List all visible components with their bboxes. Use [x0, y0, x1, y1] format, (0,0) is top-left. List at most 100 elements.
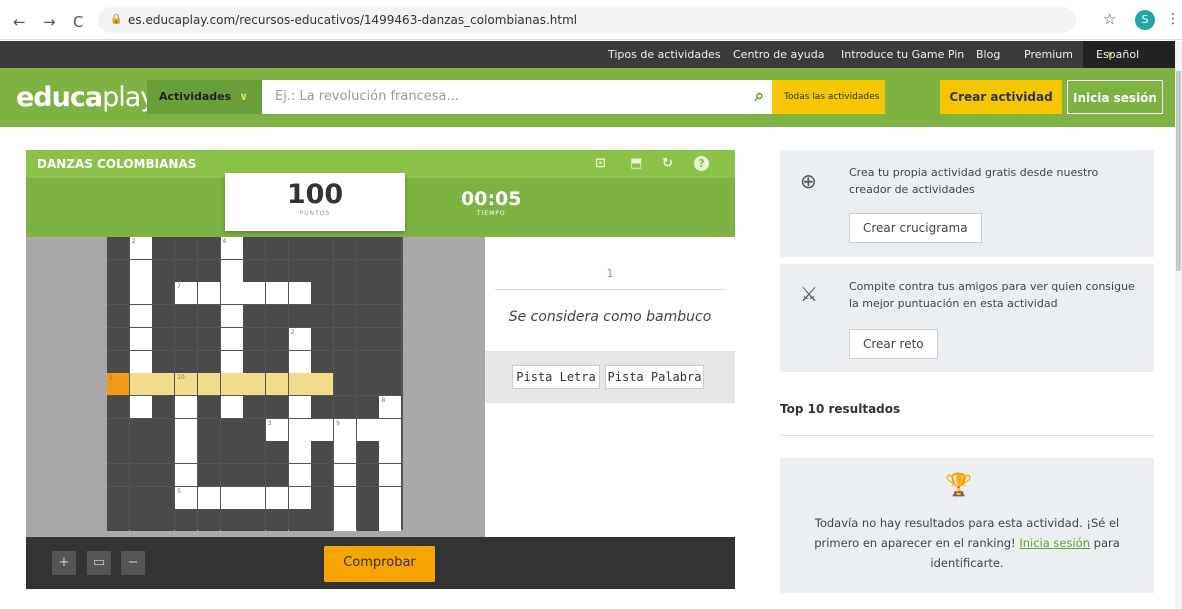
grid-cell[interactable] [129, 373, 152, 396]
zoom-out-button[interactable]: − [121, 551, 145, 575]
grid-cell[interactable] [265, 486, 288, 509]
zoom-fit-button[interactable]: ▭ [87, 551, 111, 575]
grid-cell[interactable] [288, 486, 311, 509]
create-crossword-button[interactable]: Crear crucigrama [849, 213, 982, 243]
grid-cell[interactable] [129, 327, 152, 350]
grid-cell[interactable]: 10 [175, 373, 198, 396]
grid-cell[interactable] [379, 441, 402, 464]
grid-cell[interactable]: 7 [175, 282, 198, 305]
grid-cell[interactable] [288, 418, 311, 441]
grid-cell[interactable]: 2 [129, 237, 152, 259]
hint-letter-button[interactable]: Pista Letra [512, 365, 600, 389]
grid-cell[interactable] [265, 373, 288, 396]
results-login-link[interactable]: Inicia sesión [1019, 536, 1090, 550]
grid-cell[interactable] [129, 350, 152, 373]
grid-cell[interactable] [175, 418, 198, 441]
nav-help-center[interactable]: Centro de ayuda [733, 48, 824, 61]
grid-cell[interactable] [175, 441, 198, 464]
grid-cell[interactable] [243, 486, 266, 509]
grid-cell[interactable]: 2 [288, 327, 311, 350]
educaplay-logo[interactable]: educaplay [16, 82, 156, 113]
nav-activity-types[interactable]: Tipos de actividades [608, 48, 721, 61]
check-button[interactable]: Comprobar [324, 546, 435, 582]
grid-cell[interactable] [356, 418, 379, 441]
grid-cell [107, 305, 129, 328]
grid-cell[interactable] [220, 373, 243, 396]
grid-cell[interactable] [379, 509, 402, 532]
grid-cell[interactable] [288, 350, 311, 373]
grid-cell[interactable] [334, 464, 356, 486]
grid-cell[interactable] [197, 486, 220, 509]
crossword-grid[interactable]: 2 4 7 2 1 10 8 3 9 5 [107, 237, 403, 532]
nav-blog[interactable]: Blog [976, 48, 1000, 61]
grid-cell[interactable]: 8 [379, 395, 402, 418]
grid-cell [265, 441, 288, 464]
grid-cell[interactable] [379, 418, 402, 441]
search-input[interactable]: Ej.: La revolución francesa... ⌕ [262, 80, 772, 114]
grid-cell[interactable] [175, 395, 198, 418]
nav-premium[interactable]: Premium [1024, 48, 1073, 61]
grid-cell[interactable] [311, 418, 334, 441]
grid-cell[interactable]: 1 [107, 373, 129, 396]
grid-icon[interactable]: ⊡ [595, 156, 606, 171]
help-icon[interactable]: ? [694, 156, 709, 171]
grid-cell[interactable] [334, 441, 356, 464]
grid-cell[interactable] [197, 282, 220, 305]
grid-cell[interactable] [220, 350, 243, 373]
grid-cell[interactable] [288, 282, 311, 305]
nav-game-pin[interactable]: Introduce tu Game Pin [841, 48, 964, 61]
grid-cell[interactable] [311, 373, 334, 396]
create-challenge-button[interactable]: Crear reto [849, 329, 938, 359]
grid-cell[interactable] [220, 305, 243, 328]
page-scrollbar[interactable] [1175, 41, 1182, 609]
grid-cell[interactable] [334, 486, 356, 509]
bookmark-star-icon[interactable]: ☆ [1103, 10, 1116, 28]
back-button[interactable]: ← [13, 13, 26, 31]
restart-icon[interactable]: ↻ [662, 156, 673, 171]
grid-cell[interactable] [288, 441, 311, 464]
forward-button[interactable]: → [43, 13, 56, 31]
grid-cell[interactable] [129, 305, 152, 328]
activities-dropdown[interactable]: Actividades ∨ [147, 80, 262, 114]
grid-cell[interactable] [129, 282, 152, 305]
grid-cell[interactable] [220, 327, 243, 350]
profile-avatar[interactable]: S [1135, 10, 1155, 30]
login-button[interactable]: Inicia sesión [1067, 80, 1163, 114]
grid-cell[interactable] [129, 395, 152, 418]
fullscreen-icon[interactable]: ⬒ [630, 156, 642, 171]
grid-cell[interactable] [220, 282, 243, 305]
grid-cell[interactable] [220, 486, 243, 509]
grid-cell[interactable] [288, 395, 311, 418]
grid-cell[interactable] [197, 373, 220, 396]
scrollbar-thumb[interactable] [1176, 71, 1181, 271]
grid-cell[interactable] [243, 373, 266, 396]
grid-cell[interactable] [334, 509, 356, 532]
language-selector[interactable]: Español ∨ [1083, 41, 1175, 68]
menu-icon[interactable]: ⋮ [1166, 11, 1180, 27]
grid-cell[interactable]: 4 [220, 237, 243, 259]
hint-word-button[interactable]: Pista Palabra [605, 365, 704, 389]
grid-cell[interactable] [265, 282, 288, 305]
search-icon[interactable]: ⌕ [754, 86, 764, 106]
cell-number: 9 [336, 419, 340, 427]
chevron-down-icon: ∨ [1106, 48, 1115, 61]
grid-cell[interactable] [220, 259, 243, 282]
create-activity-button[interactable]: Crear actividad [940, 80, 1062, 114]
grid-cell[interactable] [288, 373, 311, 396]
grid-cell[interactable] [288, 464, 311, 486]
grid-cell[interactable] [152, 373, 175, 396]
reload-button[interactable]: C [73, 13, 83, 31]
grid-cell[interactable] [379, 464, 402, 486]
grid-cell[interactable] [243, 282, 266, 305]
all-activities-button[interactable]: Todas las actividades [772, 80, 885, 114]
grid-cell[interactable] [379, 486, 402, 509]
grid-cell[interactable]: 5 [175, 486, 198, 509]
address-bar[interactable]: 🔒 es.educaplay.com/recursos-educativos/1… [98, 7, 1076, 33]
grid-cell[interactable] [220, 395, 243, 418]
grid-cell[interactable]: 3 [265, 418, 288, 441]
grid-cell [356, 486, 379, 509]
grid-cell[interactable]: 9 [334, 418, 356, 441]
grid-cell[interactable] [175, 464, 198, 486]
zoom-in-button[interactable]: + [52, 551, 76, 575]
grid-cell[interactable] [129, 259, 152, 282]
